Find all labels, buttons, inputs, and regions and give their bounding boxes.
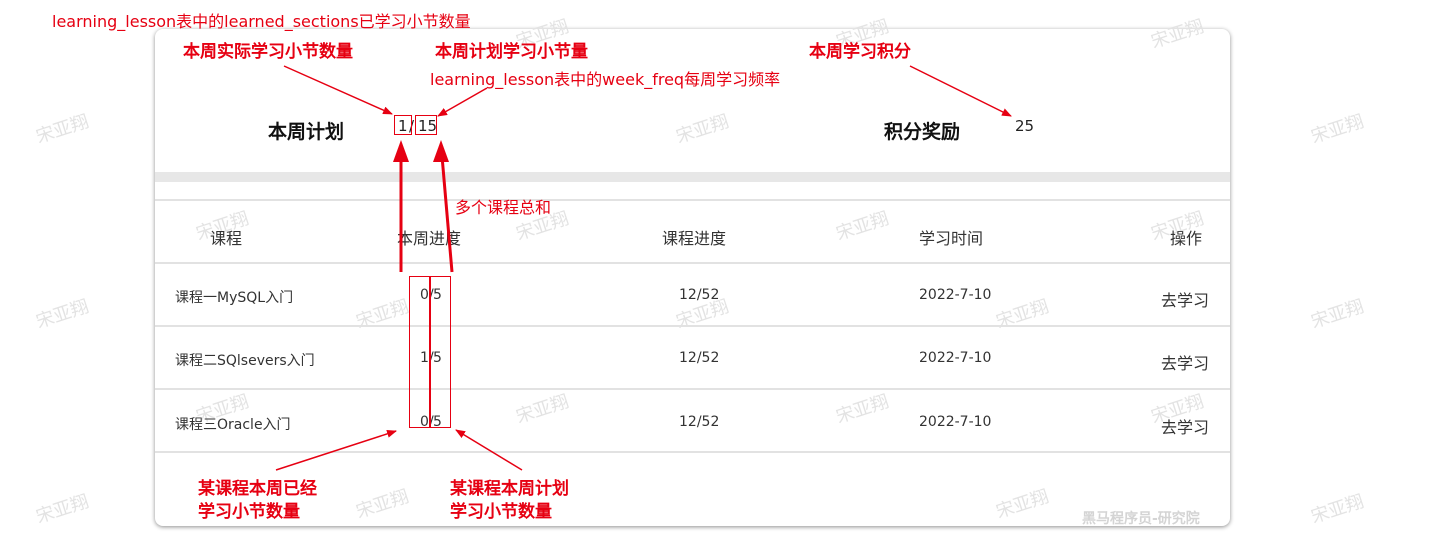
points-annotation: 本周学习积分 [809, 42, 911, 62]
week-freq-note: learning_lesson表中的week_freq每周学习频率 [430, 70, 781, 89]
planned-sections-annotation: 本周计划学习小节量 [435, 42, 588, 62]
learned-sections-note: learning_lesson表中的learned_sections已学习小节数… [52, 12, 471, 31]
course-planned-annotation: 某课程本周计划 学习小节数量 [450, 479, 569, 522]
sum-annotation: 多个课程总和 [455, 198, 552, 217]
course-learned-annotation: 某课程本周已经 学习小节数量 [198, 479, 317, 522]
actual-sections-annotation: 本周实际学习小节数量 [183, 42, 353, 62]
